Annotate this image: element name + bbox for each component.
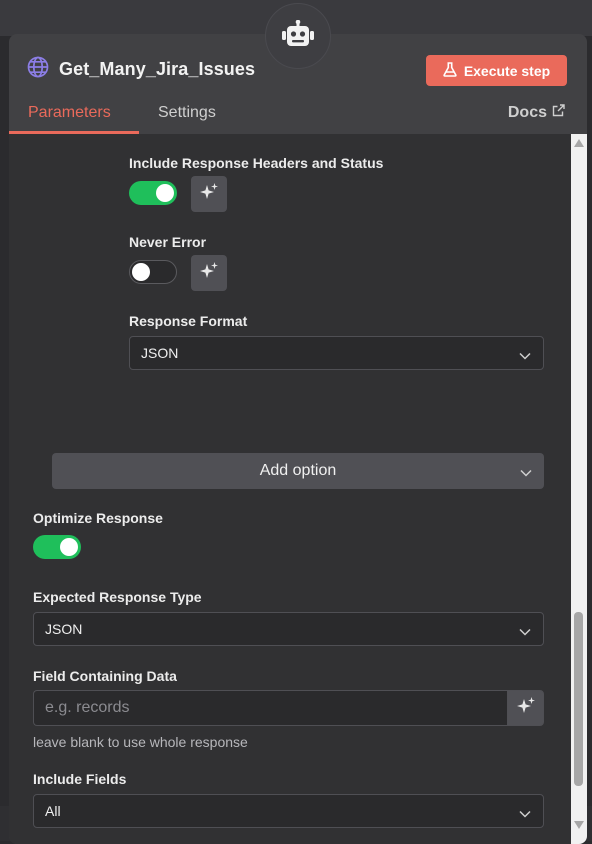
chevron-down-icon [519,623,531,639]
add-option-button[interactable]: Add option [52,453,544,489]
toggle-knob [60,538,78,556]
include-headers-toggle[interactable] [129,181,177,205]
globe-icon [27,56,49,83]
scroll-down-arrow[interactable] [574,821,584,829]
include-headers-ai-button[interactable] [191,176,227,212]
flask-icon [443,61,457,80]
never-error-label: Never Error [129,234,207,250]
toggle-knob [156,184,174,202]
execute-step-label: Execute step [463,62,551,79]
expected-response-type-label: Expected Response Type [33,589,202,605]
expected-response-type-select[interactable]: JSON [33,612,544,646]
docs-label: Docs [507,104,547,121]
parameters-content: Include Response Headers and Status Neve… [9,134,571,844]
docs-link[interactable]: Docs [508,104,565,122]
response-format-label: Response Format [129,313,248,329]
chevron-down-icon [519,805,531,821]
vertical-scrollbar[interactable] [571,134,587,844]
include-fields-value: All [45,803,61,819]
sparkle-icon [199,261,219,286]
include-headers-label: Include Response Headers and Status [129,155,384,171]
scroll-up-arrow[interactable] [574,139,584,147]
toggle-knob [132,263,150,281]
field-containing-data-input[interactable] [33,690,507,726]
node-title[interactable]: Get_Many_Jira_Issues [59,59,255,80]
include-fields-label: Include Fields [33,771,127,787]
chevron-down-icon [520,464,532,482]
sparkle-icon [199,182,219,207]
tab-parameters[interactable]: Parameters [28,104,111,122]
execute-step-button[interactable]: Execute step [426,55,567,86]
optimize-response-toggle[interactable] [33,535,81,559]
robot-icon [282,19,314,53]
field-containing-data-hint: leave blank to use whole response [33,734,248,750]
field-containing-data-ai-button[interactable] [507,690,544,726]
sparkle-icon [516,696,536,721]
panel-header: Get_Many_Jira_Issues [27,56,255,83]
node-badge [265,3,331,69]
include-fields-select[interactable]: All [33,794,544,828]
chevron-down-icon [519,347,531,363]
field-containing-data-row [33,690,544,726]
expected-response-type-value: JSON [45,621,83,637]
tab-settings[interactable]: Settings [158,104,216,122]
add-option-label: Add option [259,462,337,479]
never-error-ai-button[interactable] [191,255,227,291]
field-containing-data-label: Field Containing Data [33,668,177,684]
tab-bar: Parameters Settings Docs [9,96,587,135]
never-error-toggle[interactable] [129,260,177,284]
external-link-icon [552,104,565,122]
response-format-select[interactable]: JSON [129,336,544,370]
optimize-response-label: Optimize Response [33,510,163,526]
scroll-thumb[interactable] [574,612,583,786]
response-format-value: JSON [141,345,179,361]
node-panel: Get_Many_Jira_Issues Execute step Parame… [9,34,587,844]
